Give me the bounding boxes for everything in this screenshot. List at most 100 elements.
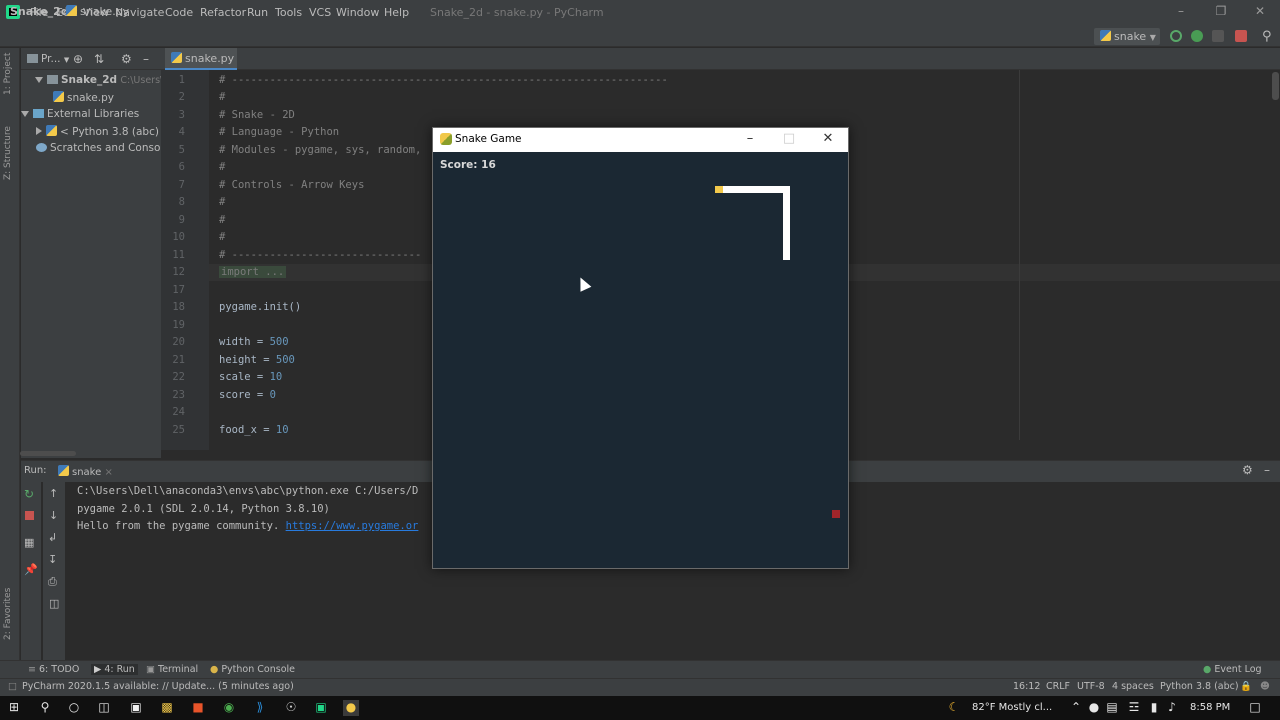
close-icon[interactable]: ✕: [1251, 4, 1269, 20]
status-message[interactable]: PyCharm 2020.1.5 available: // Update...…: [22, 681, 294, 692]
tab-event-log[interactable]: ● Event Log: [1203, 664, 1262, 675]
project-view-select[interactable]: Pr... ▼: [27, 53, 69, 65]
gear-icon[interactable]: ⚙: [121, 52, 132, 66]
code-line: # Snake - 2D: [219, 109, 295, 121]
lock-icon[interactable]: 🔒: [1240, 681, 1252, 692]
stop-icon[interactable]: [1235, 30, 1247, 42]
structure-tool-tab[interactable]: Z: Structure: [3, 126, 13, 180]
locate-icon[interactable]: ⊕: [73, 52, 83, 66]
rerun-icon[interactable]: ↻: [24, 487, 34, 501]
tab-todo[interactable]: ≡ 6: TODO: [28, 664, 79, 675]
chrome-icon[interactable]: ◉: [221, 700, 237, 716]
code-line: # --------------------------------------…: [219, 74, 668, 86]
debug-icon[interactable]: [1191, 30, 1203, 42]
tree-item-root[interactable]: Snake_2d C:\Users\Dell: [35, 74, 182, 86]
game-minimize-icon[interactable]: –: [740, 131, 760, 147]
editor-tab-snake-py[interactable]: snake.py: [165, 48, 237, 70]
menu-vcs[interactable]: VCS: [309, 6, 331, 19]
status-caret-position[interactable]: 16:12: [1013, 681, 1040, 692]
layout-icon[interactable]: ▦: [24, 536, 34, 549]
office-icon[interactable]: ■: [190, 700, 206, 716]
weather-text[interactable]: 82°F Mostly cl...: [972, 702, 1052, 713]
menu-run[interactable]: Run: [247, 6, 268, 19]
right-margin-guide: [1019, 70, 1020, 440]
soft-wrap-icon[interactable]: ↲: [48, 531, 57, 544]
close-tab-icon[interactable]: ×: [104, 467, 112, 478]
status-interpreter[interactable]: Python 3.8 (abc): [1160, 681, 1239, 692]
scroll-to-end-icon[interactable]: ↧: [48, 553, 57, 566]
run-tab-snake[interactable]: snake ×: [58, 465, 113, 478]
github-icon[interactable]: ☉: [283, 700, 299, 716]
trash-icon[interactable]: ◫: [49, 597, 59, 610]
navigation-bar: [0, 25, 1280, 47]
inspector-icon[interactable]: ☻: [1260, 681, 1270, 692]
volume-icon[interactable]: ♪: [1164, 700, 1180, 716]
status-indent[interactable]: 4 spaces: [1112, 681, 1154, 692]
pin-icon[interactable]: 📌: [24, 563, 38, 576]
menu-help[interactable]: Help: [384, 6, 409, 19]
breadcrumb-separator-icon: ›: [58, 5, 63, 18]
status-layout-icon[interactable]: □: [8, 681, 17, 692]
pygame-window-icon[interactable]: ●: [343, 700, 359, 716]
tree-item-external-libraries[interactable]: External Libraries: [21, 108, 139, 120]
favorites-tool-tab[interactable]: 2: Favorites: [3, 588, 13, 640]
python-console-icon: ●: [210, 664, 219, 675]
search-icon[interactable]: ⚲: [37, 700, 53, 716]
folded-imports[interactable]: import ...: [219, 266, 287, 278]
print-icon[interactable]: ⎙: [48, 575, 57, 589]
line-number: 10: [172, 231, 185, 243]
notifications-icon[interactable]: □: [1247, 700, 1263, 716]
minimize-icon[interactable]: –: [1172, 4, 1190, 20]
game-close-icon[interactable]: ✕: [818, 131, 838, 147]
run-config-select[interactable]: snake ▼: [1094, 28, 1160, 45]
scroll-up-icon[interactable]: ↑: [49, 487, 58, 500]
hide-panel-icon[interactable]: –: [1264, 463, 1270, 477]
menu-code[interactable]: Code: [165, 6, 193, 19]
microphone-icon[interactable]: ●: [1086, 700, 1102, 716]
project-tool-tab[interactable]: 1: Project: [3, 53, 13, 95]
menu-window[interactable]: Window: [336, 6, 379, 19]
hide-panel-icon[interactable]: –: [143, 52, 149, 66]
pygame-link[interactable]: https://www.pygame.or: [286, 520, 419, 532]
tab-run[interactable]: ▶ 4: Run: [91, 664, 138, 675]
cortana-icon[interactable]: ○: [66, 700, 82, 716]
tab-terminal[interactable]: ▣ Terminal: [146, 664, 198, 675]
clock[interactable]: 8:58 PM: [1190, 702, 1230, 713]
task-view-icon[interactable]: ◫: [96, 700, 112, 716]
tab-python-console[interactable]: ● Python Console: [210, 664, 295, 675]
folder-icon: [47, 75, 58, 84]
file-explorer-icon[interactable]: ▩: [159, 700, 175, 716]
menu-tools[interactable]: Tools: [275, 6, 302, 19]
coverage-icon[interactable]: [1212, 30, 1224, 42]
restore-icon[interactable]: ❐: [1212, 4, 1230, 20]
pycharm-icon[interactable]: ▣: [313, 700, 329, 716]
security-icon[interactable]: ▤: [1104, 700, 1120, 716]
vscode-icon[interactable]: ⟫: [252, 700, 268, 716]
gear-icon[interactable]: ⚙: [1242, 463, 1253, 477]
line-number: 7: [178, 179, 185, 191]
tree-item-scratches[interactable]: Scratches and Consoles: [36, 142, 175, 154]
breadcrumb-file[interactable]: snake.py: [66, 5, 129, 18]
status-line-separator[interactable]: CRLF: [1046, 681, 1070, 692]
line-number: 2: [178, 91, 185, 103]
battery-icon[interactable]: ▮: [1146, 700, 1162, 716]
collapse-all-icon[interactable]: ⇅: [94, 52, 104, 66]
windows-start-icon[interactable]: ⊞: [6, 700, 22, 716]
status-encoding[interactable]: UTF-8: [1077, 681, 1105, 692]
menu-refactor[interactable]: Refactor: [200, 6, 246, 19]
network-icon[interactable]: ☲: [1126, 700, 1142, 716]
rerun-icon[interactable]: [1170, 30, 1182, 42]
chevron-up-icon[interactable]: ⌃: [1068, 700, 1084, 716]
store-icon[interactable]: ▣: [128, 700, 144, 716]
stop-icon[interactable]: [25, 511, 34, 520]
code-token: width =: [219, 336, 270, 348]
horizontal-scrollbar[interactable]: [20, 451, 76, 456]
tree-item-snake-py[interactable]: snake.py: [53, 91, 114, 104]
tree-item-python-sdk[interactable]: < Python 3.8 (abc) >: [36, 125, 171, 138]
tree-libs-label: External Libraries: [47, 108, 140, 120]
scroll-down-icon[interactable]: ↓: [49, 509, 58, 522]
vertical-scrollbar[interactable]: [1272, 72, 1279, 100]
line-number: 6: [178, 161, 185, 173]
search-icon[interactable]: ⚲: [1262, 29, 1272, 44]
game-maximize-icon[interactable]: □: [779, 131, 799, 147]
